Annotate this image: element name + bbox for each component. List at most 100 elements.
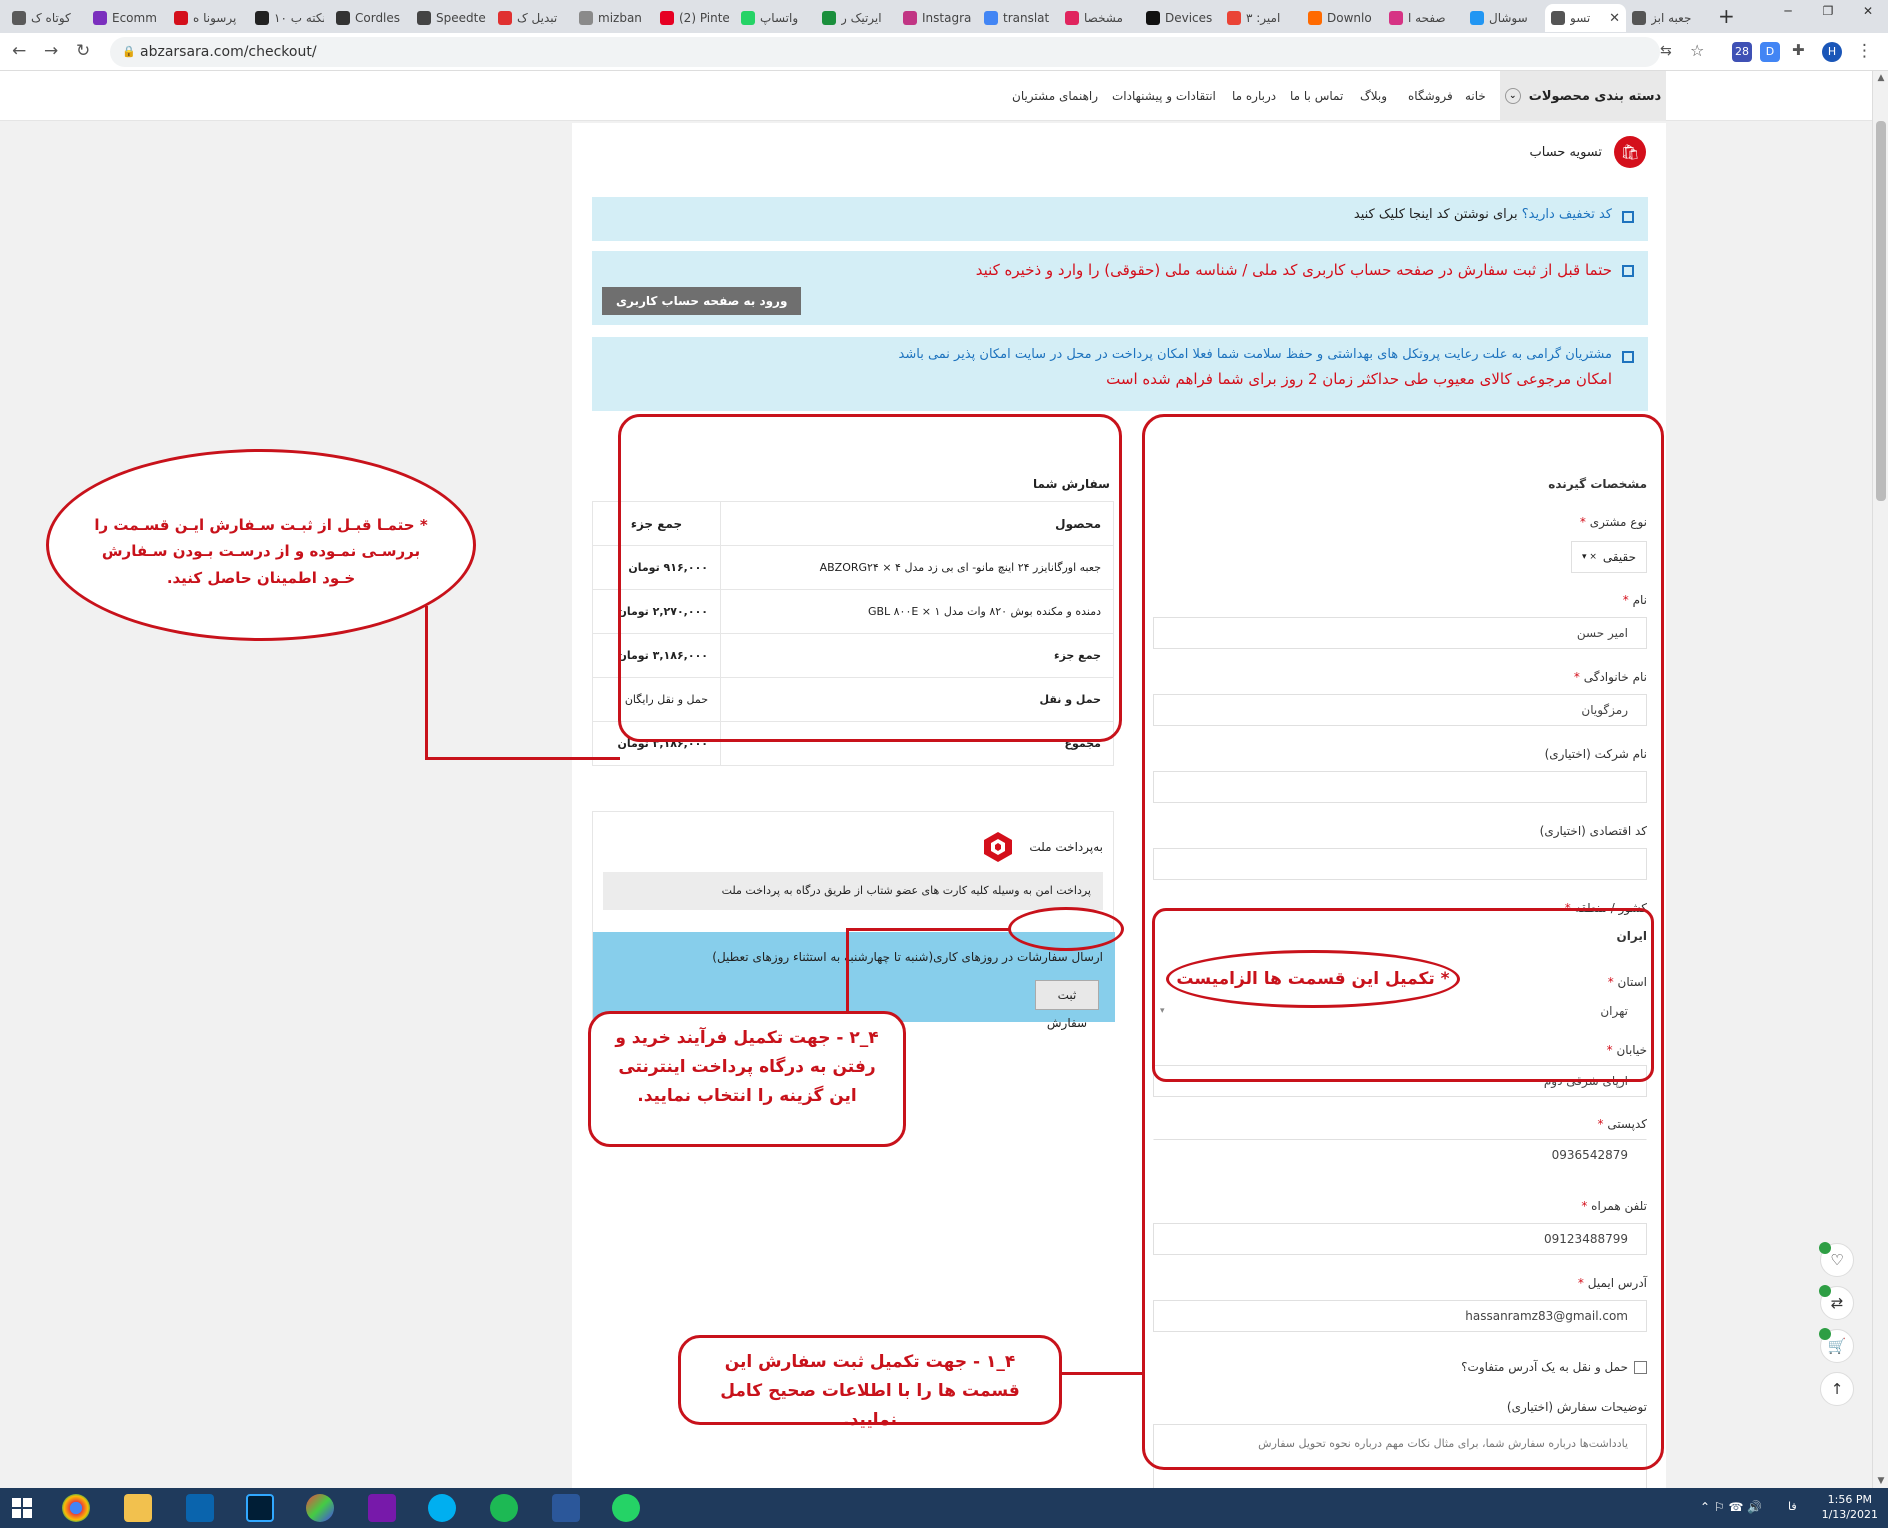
status-dot xyxy=(1819,1285,1831,1297)
browser-tab[interactable]: mizban xyxy=(573,4,654,32)
browser-tab[interactable]: تسو ✕ xyxy=(1545,4,1626,32)
reload-icon[interactable]: ↻ xyxy=(76,41,90,61)
profile-avatar-letter: H xyxy=(1827,45,1837,58)
browser-tab[interactable]: Instagra xyxy=(897,4,978,32)
review-order-annotation: * حتمـا قبـل از ثبـت سـفارش ایـن قسـمت ر… xyxy=(46,449,476,641)
clock-date: 1/13/2021 xyxy=(1821,1508,1878,1521)
onenote-taskbar-icon[interactable] xyxy=(368,1494,396,1522)
notice-icon xyxy=(1622,211,1634,223)
nav-link-shop[interactable]: فروشگاه xyxy=(1408,71,1453,121)
annotation-connector-line xyxy=(1060,1372,1144,1375)
word-taskbar-icon[interactable] xyxy=(552,1494,580,1522)
scroll-up-arrow-icon[interactable]: ▲ xyxy=(1873,73,1888,83)
nav-link-feedback[interactable]: انتقادات و پیشنهادات xyxy=(1112,71,1216,121)
extension-d-icon[interactable]: D xyxy=(1760,42,1780,62)
language-indicator[interactable]: فا xyxy=(1788,1500,1797,1513)
skype-taskbar-icon[interactable] xyxy=(428,1494,456,1522)
covid-text: مشتریان گرامی به علت رعایت پروتکل های به… xyxy=(898,347,1612,362)
cart-float-button[interactable]: 🛒 xyxy=(1819,1328,1854,1363)
place-order-button[interactable]: ثبت سفارش xyxy=(1035,980,1099,1030)
browser-tab[interactable]: Cordles xyxy=(330,4,411,32)
tab-favicon-icon xyxy=(984,11,998,25)
browser-tab[interactable]: کوتاه ک xyxy=(6,4,87,32)
page-title: 🛍 تسویه حساب xyxy=(1530,136,1646,168)
chrome-taskbar-icon[interactable] xyxy=(62,1494,90,1522)
place-order-highlight-ring xyxy=(1008,907,1124,951)
browser-tab[interactable]: (2) Pinte xyxy=(654,4,735,32)
browser-tab[interactable]: ایرتیک ر xyxy=(816,4,897,32)
page-viewport: دسته بندی محصولات ⌄ خانه فروشگاه وبلاگ ت… xyxy=(0,71,1872,1488)
covid-notice: مشتریان گرامی به علت رعایت پروتکل های به… xyxy=(592,337,1648,411)
shipping-schedule-note: ارسال سفارشات در روزهای کاری(شنبه تا چها… xyxy=(712,950,1103,964)
page-scrollbar[interactable]: ▲ ▼ xyxy=(1872,71,1888,1488)
profile-avatar[interactable]: H xyxy=(1822,42,1842,62)
translate-icon[interactable]: ⇆ xyxy=(1660,43,1672,59)
restore-button[interactable]: ❐ xyxy=(1808,0,1848,22)
nav-link-contact[interactable]: تماس با ما xyxy=(1290,71,1343,121)
browser-tab[interactable]: Speedte xyxy=(411,4,492,32)
browser-tab[interactable]: امیر: ۳ xyxy=(1221,4,1302,32)
compare-float-button[interactable]: ⇄ xyxy=(1819,1285,1854,1320)
tab-label: صفحه ا xyxy=(1408,11,1446,25)
tab-label: واتساپ xyxy=(760,11,799,25)
step-4-1-annotation: ۴_۱ - جهت تکمیل ثبت سفارش این قسمت ها را… xyxy=(678,1335,1062,1430)
minimize-button[interactable]: ─ xyxy=(1768,0,1808,22)
nav-link-blog[interactable]: وبلاگ xyxy=(1360,71,1387,121)
payment-method[interactable]: به‌پرداخت ملت xyxy=(981,830,1103,864)
national-id-text: حتما قبل از ثبت سفارش در صفحه حساب کاربر… xyxy=(975,261,1612,279)
annotation-connector-line xyxy=(425,606,428,760)
step-4-1-annotation-text: ۴_۱ - جهت تکمیل ثبت سفارش این قسمت ها را… xyxy=(720,1352,1020,1430)
browser-tab[interactable]: translat xyxy=(978,4,1059,32)
wishlist-float-button[interactable]: ♡ xyxy=(1819,1242,1854,1277)
browser-tab[interactable]: سوشال xyxy=(1464,4,1545,32)
scroll-top-button[interactable]: ↑ xyxy=(1820,1372,1854,1406)
windows-taskbar: فا ⌃ ⚐ ☎ 🔊 1:56 PM 1/13/2021 xyxy=(0,1488,1888,1528)
bookmark-star-icon[interactable]: ☆ xyxy=(1690,41,1704,60)
back-icon[interactable]: ← xyxy=(12,41,26,61)
lock-icon: 🔒 xyxy=(122,45,136,58)
tab-label: Instagra xyxy=(922,11,972,25)
close-window-button[interactable]: ✕ xyxy=(1848,0,1888,22)
nav-link-about[interactable]: درباره ما xyxy=(1232,71,1276,121)
new-tab-button[interactable]: + xyxy=(1718,4,1735,28)
spotify-taskbar-icon[interactable] xyxy=(490,1494,518,1522)
tab-label: ایرتیک ر xyxy=(841,11,882,25)
browser-tab[interactable]: Downlo xyxy=(1302,4,1383,32)
extensions-puzzle-icon[interactable]: ✚ xyxy=(1792,41,1805,59)
extension-badge-icon[interactable]: 28 xyxy=(1732,42,1752,62)
browser-tab[interactable]: مشخصا xyxy=(1059,4,1140,32)
browser-tab[interactable]: جعبه ابز xyxy=(1626,4,1707,32)
windows-start-icon[interactable] xyxy=(12,1498,32,1518)
scroll-down-arrow-icon[interactable]: ▼ xyxy=(1873,1476,1888,1486)
status-dot xyxy=(1819,1242,1831,1254)
browser-tab[interactable]: Devices xyxy=(1140,4,1221,32)
url-field[interactable]: 🔒 abzarsara.com/checkout/ xyxy=(110,37,1660,67)
browser-tab[interactable]: صفحه ا xyxy=(1383,4,1464,32)
whatsapp-taskbar-icon[interactable] xyxy=(612,1494,640,1522)
nav-link-home[interactable]: خانه xyxy=(1465,71,1486,121)
close-tab-icon[interactable]: ✕ xyxy=(1609,11,1620,26)
photoshop-taskbar-icon[interactable] xyxy=(246,1494,274,1522)
browser-tab[interactable]: واتساپ xyxy=(735,4,816,32)
browser-tab[interactable]: ۱۰ نکته ب xyxy=(249,4,330,32)
app-taskbar-icon[interactable] xyxy=(306,1494,334,1522)
tab-favicon-icon xyxy=(903,11,917,25)
forward-icon[interactable]: → xyxy=(44,41,58,61)
login-account-button[interactable]: ورود به صفحه حساب کاربری xyxy=(602,287,802,315)
file-explorer-taskbar-icon[interactable] xyxy=(124,1494,152,1522)
scrollbar-thumb[interactable] xyxy=(1876,121,1886,501)
menu-kebab-icon[interactable]: ⋮ xyxy=(1856,41,1873,61)
tab-label: translat xyxy=(1003,11,1050,25)
coupon-link[interactable]: برای نوشتن کد اینجا کلیک کنید xyxy=(1354,207,1518,222)
url-text: abzarsara.com/checkout/ xyxy=(140,44,317,60)
browser-tab[interactable]: Ecomm xyxy=(87,4,168,32)
browser-tab[interactable]: پرسونا ه xyxy=(168,4,249,32)
tray-icons[interactable]: ⌃ ⚐ ☎ 🔊 xyxy=(1700,1500,1762,1514)
system-clock[interactable]: 1:56 PM 1/13/2021 xyxy=(1822,1492,1878,1522)
categories-menu-button[interactable]: دسته بندی محصولات ⌄ xyxy=(1500,71,1666,121)
step-4-2-annotation: ۴_۲ - جهت تکمیل فرآیند خرید و رفتن به در… xyxy=(588,1011,906,1147)
outlook-taskbar-icon[interactable] xyxy=(186,1494,214,1522)
nav-link-guide[interactable]: راهنمای مشتریان xyxy=(1012,71,1098,121)
browser-tab[interactable]: تبدیل ک xyxy=(492,4,573,32)
tab-favicon-icon xyxy=(579,11,593,25)
